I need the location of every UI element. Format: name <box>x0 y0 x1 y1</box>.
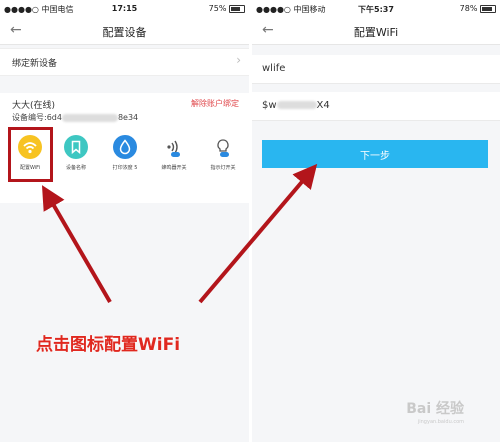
watermark: Bai 经验 <box>406 401 464 417</box>
annotation-arrows <box>41 163 318 304</box>
arrow-to-wifi-icon <box>41 185 112 304</box>
callout-text: 点击图标配置WiFi <box>36 335 181 355</box>
arrow-to-next-button <box>198 163 318 304</box>
watermark-url: jingyan.baidu.com <box>417 419 464 425</box>
